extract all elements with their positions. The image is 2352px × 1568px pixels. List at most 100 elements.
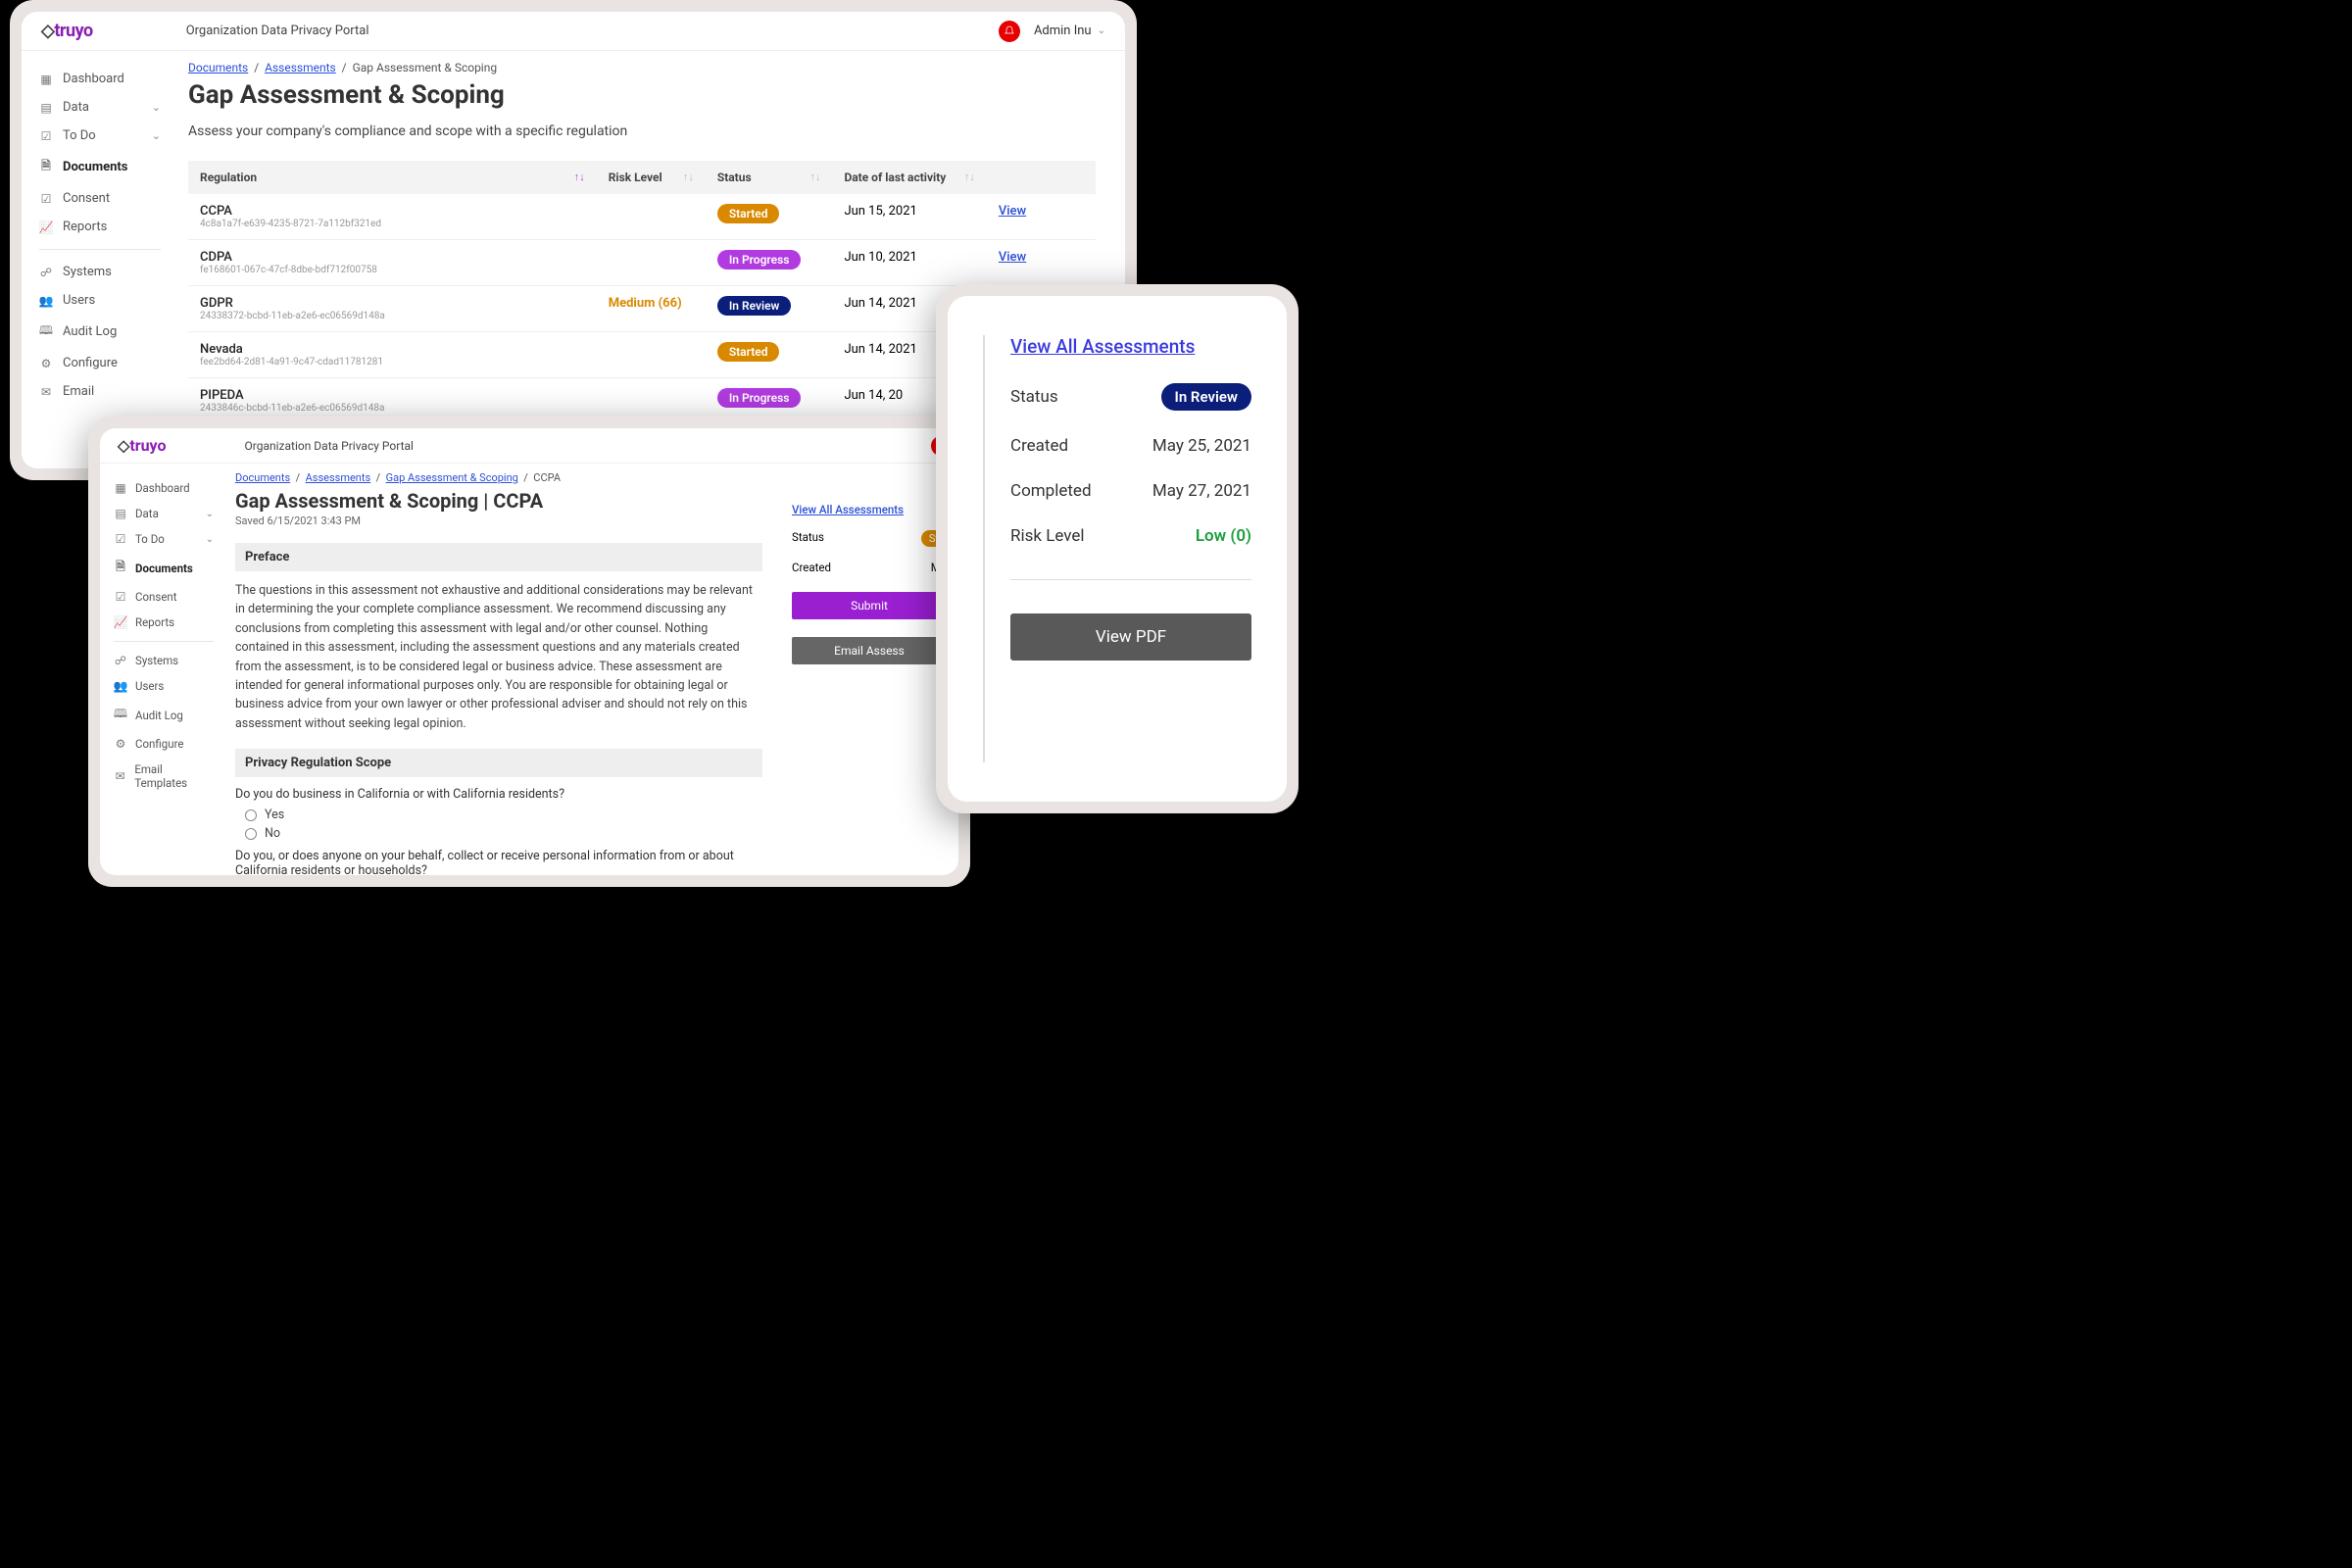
sidebar-item-todo[interactable]: ☑To Do⌄ [22, 122, 178, 150]
completed-value: May 27, 2021 [1152, 481, 1251, 501]
sort-icon: ↑↓ [809, 171, 820, 183]
status-badge: Started [717, 204, 780, 223]
regulation-id: 2433846c-bcbd-11eb-a2e6-ec06569d148a [200, 403, 585, 414]
regulation-id: fe168601-067c-47cf-8dbe-bdf712f00758 [200, 265, 585, 275]
sort-icon: ↑↓ [574, 171, 585, 183]
top-bar: ◇truyo Organization Data Privacy Portal … [22, 12, 1125, 51]
breadcrumb-gap[interactable]: Gap Assessment & Scoping [386, 471, 518, 484]
status-badge: In Progress [717, 250, 802, 270]
view-pdf-button[interactable]: View PDF [1010, 613, 1251, 661]
col-risk[interactable]: Risk Level↑↓ [597, 161, 706, 194]
radio-icon [245, 828, 257, 840]
breadcrumb-documents[interactable]: Documents [235, 471, 290, 484]
audit-icon: 🕮 [114, 705, 127, 725]
user-menu[interactable]: Admin Inu ⌄ [1034, 24, 1105, 38]
portal-title: Organization Data Privacy Portal [245, 439, 414, 453]
sidebar: ▦Dashboard ▤Data⌄ ☑To Do⌄ 🗎Documents ☑Co… [100, 464, 227, 875]
brand-logo: ◇truyo [41, 21, 93, 41]
view-all-link[interactable]: View All Assessments [792, 503, 904, 516]
consent-icon: ☑ [114, 590, 127, 604]
created-label: Created [1010, 436, 1068, 456]
email-assessment-button[interactable]: Email Assess [792, 637, 947, 664]
section-scope: Privacy Regulation Scope [235, 749, 762, 777]
documents-icon: 🗎 [114, 558, 127, 578]
sidebar-item-users[interactable]: 👥Users [100, 673, 227, 699]
sidebar-item-audit[interactable]: 🕮Audit Log [22, 315, 178, 349]
col-status[interactable]: Status↑↓ [706, 161, 833, 194]
sidebar-item-reports[interactable]: 📈Reports [100, 610, 227, 635]
sidebar-item-documents[interactable]: 🗎Documents [100, 552, 227, 584]
breadcrumb: Documents / Assessments / Gap Assessment… [188, 61, 1096, 74]
brand-logo: ◇truyo [118, 436, 167, 455]
sidebar-item-users[interactable]: 👥Users [22, 286, 178, 315]
breadcrumb-assessments[interactable]: Assessments [265, 61, 336, 74]
page-subtitle: Assess your company's compliance and sco… [188, 123, 1096, 139]
sidebar-item-data[interactable]: ▤Data⌄ [22, 93, 178, 122]
breadcrumb: Documents / Assessments / Gap Assessment… [235, 471, 762, 484]
portal-title: Organization Data Privacy Portal [186, 24, 369, 38]
sidebar-item-reports[interactable]: 📈Reports [22, 213, 178, 241]
risk-label: Risk Level [1010, 526, 1085, 546]
risk-value: Low (0) [1196, 526, 1251, 546]
breadcrumb-current: CCPA [533, 471, 561, 484]
chevron-down-icon: ⌄ [206, 534, 214, 545]
option-yes[interactable]: Yes [245, 808, 762, 822]
chevron-down-icon: ⌄ [152, 129, 161, 142]
completed-label: Completed [1010, 481, 1092, 501]
todo-icon: ☑ [114, 532, 127, 546]
sidebar-item-audit[interactable]: 🕮Audit Log [100, 699, 227, 731]
sidebar-item-systems[interactable]: ☍Systems [100, 648, 227, 673]
regulation-name: PIPEDA [200, 388, 585, 403]
sidebar-item-email[interactable]: ✉Email [22, 377, 178, 406]
view-link[interactable]: View [999, 250, 1026, 265]
status-label: Status [1010, 387, 1058, 407]
risk-level: Medium (66) [609, 296, 682, 311]
assessment-summary-popup: View All Assessments StatusIn Review Cre… [936, 284, 1298, 813]
email-icon: ✉ [39, 385, 53, 399]
systems-icon: ☍ [114, 654, 127, 667]
reports-icon: 📈 [39, 220, 53, 234]
dashboard-icon: ▦ [114, 481, 127, 495]
sidebar-item-dashboard[interactable]: ▦Dashboard [22, 65, 178, 93]
sidebar-item-configure[interactable]: ⚙Configure [100, 731, 227, 757]
sidebar-item-dashboard[interactable]: ▦Dashboard [100, 475, 227, 501]
regulation-name: Nevada [200, 342, 585, 357]
col-regulation[interactable]: Regulation↑↓ [188, 161, 597, 194]
date-value: Jun 15, 2021 [832, 194, 986, 240]
chevron-down-icon: ⌄ [206, 509, 214, 519]
chevron-down-icon: ⌄ [1098, 25, 1105, 36]
sidebar-item-data[interactable]: ▤Data⌄ [100, 501, 227, 526]
sidebar-item-consent[interactable]: ☑Consent [100, 584, 227, 610]
reports-icon: 📈 [114, 615, 127, 629]
date-value: Jun 10, 2021 [832, 240, 986, 286]
status-badge: In Review [717, 296, 792, 316]
documents-icon: 🗎 [39, 157, 53, 177]
option-no[interactable]: No [245, 826, 762, 841]
sidebar-item-systems[interactable]: ☍Systems [22, 258, 178, 286]
sidebar-item-email-templates[interactable]: ✉Email Templates [100, 757, 227, 796]
view-link[interactable]: View [999, 204, 1026, 219]
table-row: CCPA4c8a1a7f-e639-4235-8721-7a112bf321ed… [188, 194, 1096, 240]
breadcrumb-documents[interactable]: Documents [188, 61, 248, 74]
todo-icon: ☑ [39, 129, 53, 143]
sidebar-item-configure[interactable]: ⚙Configure [22, 349, 178, 377]
assessment-detail-window: ◇truyo Organization Data Privacy Portal … [88, 416, 970, 887]
notifications-bell-icon[interactable] [999, 21, 1020, 42]
users-icon: 👥 [39, 294, 53, 308]
regulation-id: 4c8a1a7f-e639-4235-8721-7a112bf321ed [200, 219, 585, 229]
assessment-side-panel: View All Assessments StatusSt CreatedMa … [782, 464, 958, 875]
col-date[interactable]: Date of last activity↑↓ [832, 161, 986, 194]
sidebar-item-todo[interactable]: ☑To Do⌄ [100, 526, 227, 552]
sidebar-item-documents[interactable]: 🗎Documents [22, 150, 178, 184]
regulation-name: CDPA [200, 250, 585, 265]
systems-icon: ☍ [39, 266, 53, 279]
email-icon: ✉ [114, 769, 126, 783]
radio-icon [245, 809, 257, 821]
breadcrumb-assessments[interactable]: Assessments [306, 471, 371, 484]
view-all-link[interactable]: View All Assessments [1010, 335, 1195, 358]
regulation-id: fee2bd64-2d81-4a91-9c47-cdad11781281 [200, 357, 585, 368]
sidebar-item-consent[interactable]: ☑Consent [22, 184, 178, 213]
divider [1010, 579, 1251, 580]
consent-icon: ☑ [39, 192, 53, 206]
submit-button[interactable]: Submit [792, 592, 947, 619]
